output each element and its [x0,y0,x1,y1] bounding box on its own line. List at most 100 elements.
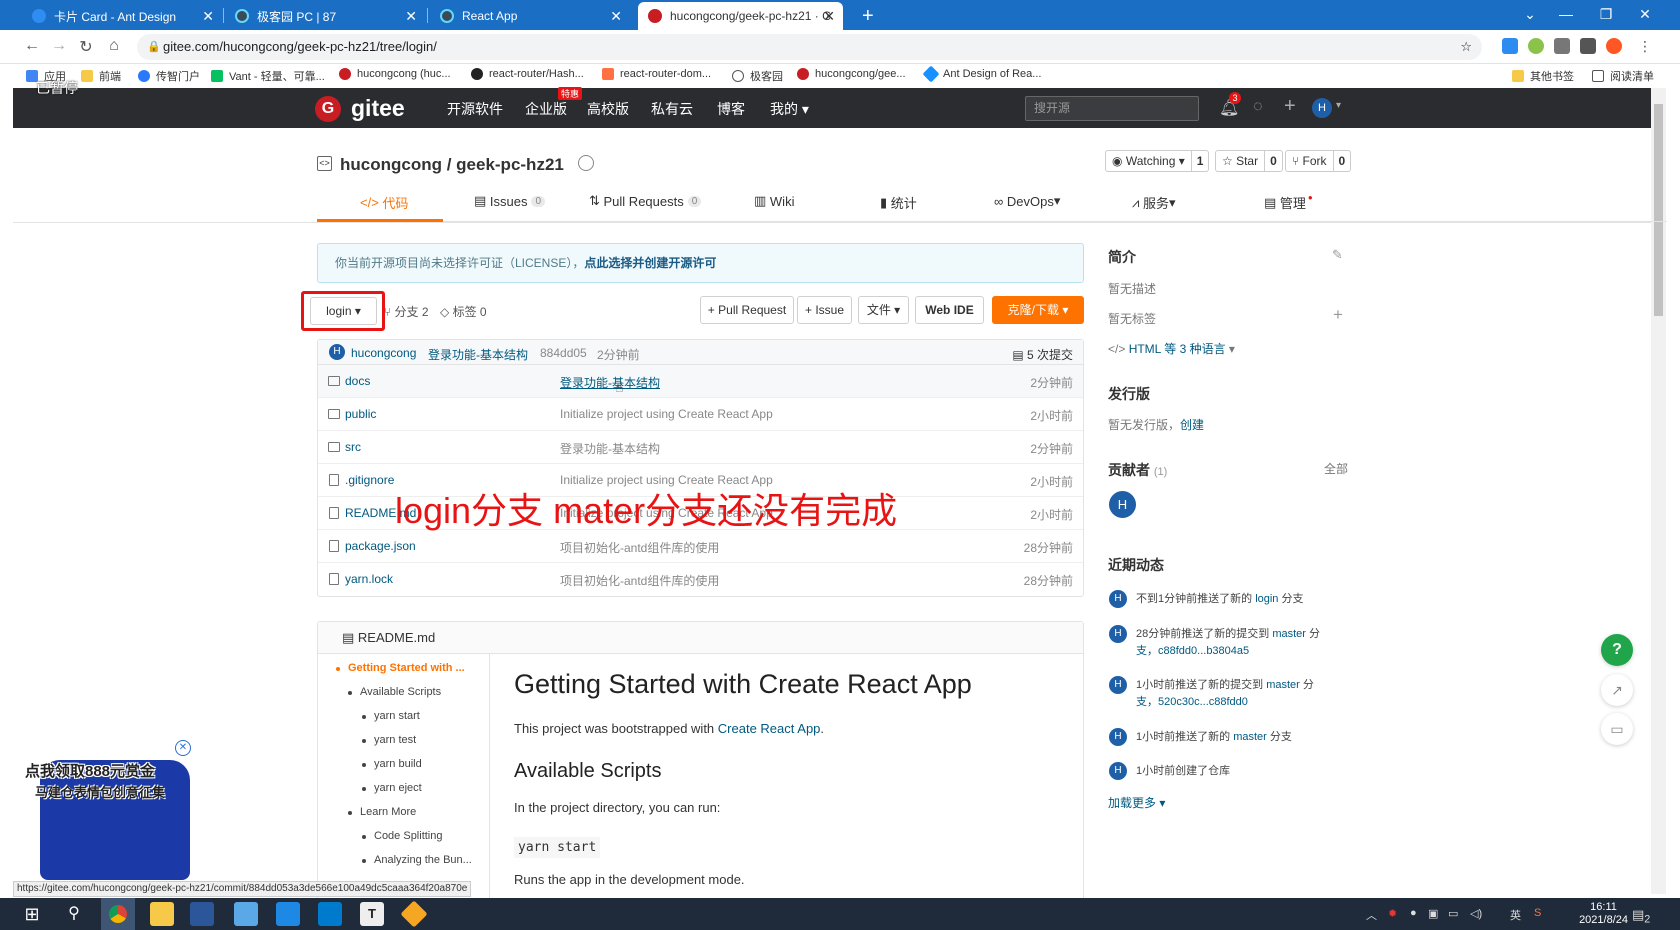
nav-private-cloud[interactable]: 私有云 [651,99,693,119]
reading-list[interactable]: 阅读清单 [1592,68,1654,84]
extension-icon[interactable] [1528,38,1544,54]
commit-author[interactable]: hucongcong [351,346,416,360]
nav-mine[interactable]: 我的 ▾ [770,99,809,119]
commit-message[interactable]: 登录功能-基本结构 [428,346,528,363]
fork-button[interactable]: ⑂ Fork 0 [1285,150,1352,172]
restore-button[interactable]: ❐ [1588,0,1624,28]
table-row[interactable]: src 登录功能-基本结构 2分钟前 [318,431,1083,464]
chevron-down-icon[interactable]: ▾ [1336,100,1341,111]
badge-icon[interactable] [578,155,594,171]
close-promo-icon[interactable]: ✕ [175,740,191,756]
activity-avatar[interactable]: H [1109,625,1127,643]
bookmark-item[interactable]: 前端 [81,68,121,84]
search-input[interactable]: 搜开源 [1025,96,1199,121]
share-icon[interactable]: ↗ [1601,674,1633,706]
tab-stats[interactable]: ▮ 统计 [880,193,917,212]
commit-count[interactable]: ▤ 5 次提交 [1012,346,1073,363]
web-ide-button[interactable]: Web IDE [915,296,984,324]
nav-blog[interactable]: 博客 [717,99,745,119]
app-icon[interactable] [234,902,258,926]
reload-icon[interactable]: ↻ [76,37,96,57]
table-row[interactable]: public Initialize project using Create Re… [318,398,1083,431]
toc-item[interactable]: yarn build [362,758,422,770]
clone-download-button[interactable]: 克隆/下载 ▾ [992,296,1084,324]
browser-tab[interactable]: 卡片 Card - Ant Design ✕ [22,2,222,30]
toc-item[interactable]: yarn test [361,734,416,746]
bookmark-item[interactable]: Vant - 轻量、可靠... [211,68,325,84]
bookmark-item[interactable]: react-router-dom... [602,68,711,80]
tab-manage[interactable]: ▤ 管理 ● [1264,193,1313,212]
cra-link[interactable]: Create React App [718,721,821,736]
puzzle-icon[interactable] [1580,38,1596,54]
toc-item[interactable]: yarn eject [362,782,422,794]
search-icon[interactable]: ⚲ [62,902,86,926]
app-icon[interactable] [276,902,300,926]
chrome-taskbar-icon[interactable] [101,898,135,930]
bookmark-item[interactable]: react-router/Hash... [471,68,584,80]
extension-icon[interactable] [1554,38,1570,54]
bookmark-item[interactable]: 传智门户 [138,68,200,84]
browser-tab-active[interactable]: hucongcong/geek-pc-hz21 · G ✕ [638,2,843,30]
menu-icon[interactable]: ⋮ [1638,38,1654,54]
chat-icon[interactable]: ▭ [1601,713,1633,745]
ime-indicator[interactable]: 英 [1510,907,1521,923]
tab-pull-requests[interactable]: ⇅ Pull Requests 0 [589,193,702,209]
bookmark-item[interactable]: Ant Design of Rea... [922,65,1041,83]
close-window-button[interactable]: ✕ [1627,0,1663,28]
user-avatar[interactable]: H [1312,98,1332,118]
tab-code[interactable]: </> 代码 [360,193,408,212]
plus-icon[interactable]: + [1284,95,1296,118]
bookmark-item[interactable]: hucongcong/gee... [797,68,906,80]
toc-item[interactable]: yarn start [362,710,420,722]
tab-issues[interactable]: ▤ Issues 0 [474,193,546,209]
back-icon[interactable]: ← [22,37,42,55]
powershell-icon[interactable] [190,902,214,926]
table-row[interactable]: docs 登录功能-基本结构 2分钟前 ☝ [318,365,1083,398]
close-tab-icon[interactable]: ✕ [202,8,214,25]
tray-icon[interactable]: ▣ [1428,907,1438,920]
tab-services[interactable]: ⩘ 服务 ▾ [1132,193,1176,212]
all-contributors-link[interactable]: 全部 [1324,460,1348,477]
license-link[interactable]: 点此选择并创建开源许可 [584,256,716,270]
watch-button[interactable]: ◉ Watching ▾ 1 [1105,150,1210,172]
star-button[interactable]: ☆ Star 0 [1215,150,1283,172]
typora-icon[interactable]: T [360,902,384,926]
tab-wiki[interactable]: ▥ Wiki [754,193,794,209]
tray-icon[interactable]: ✹ [1388,907,1397,920]
forward-icon[interactable]: → [49,37,69,55]
windows-start-icon[interactable]: ⊞ [20,902,44,926]
browser-tab[interactable]: React App ✕ [430,2,630,30]
contributor-avatar[interactable]: H [1109,491,1136,518]
table-row[interactable]: package.json 项目初始化-antd组件库的使用 28分钟前 [318,530,1083,563]
activity-avatar[interactable]: H [1109,728,1127,746]
profile-avatar[interactable] [1606,38,1622,54]
nav-enterprise[interactable]: 企业版 [525,99,567,119]
toc-item[interactable]: Code Splitting [362,830,443,842]
nav-education[interactable]: 高校版 [587,99,629,119]
add-tag-icon[interactable]: + [1333,305,1343,325]
volume-icon[interactable]: ◁) [1470,907,1482,920]
vscode-icon[interactable] [318,902,342,926]
browser-tab[interactable]: 极客园 PC | 87 ✕ [225,2,425,30]
languages[interactable]: </> HTML 等 3 种语言 ▾ [1108,340,1235,357]
toc-item[interactable]: Analyzing the Bun... [362,854,472,866]
extension-icon[interactable] [1502,38,1518,54]
tab-devops[interactable]: ∞ DevOps ▾ [994,193,1060,209]
tray-chevron-icon[interactable]: ︿ [1366,907,1377,923]
tag-count[interactable]: ◇ 标签 0 [440,303,487,320]
network-icon[interactable]: ▭ [1448,907,1458,920]
action-center-icon[interactable]: ▤2 [1632,907,1650,926]
activity-avatar[interactable]: H [1109,762,1127,780]
repo-title[interactable]: hucongcong / geek-pc-hz21 [340,155,564,175]
new-issue-button[interactable]: + Issue [797,296,852,324]
sourcetree-icon[interactable] [400,900,428,928]
toc-item[interactable]: Available Scripts [347,686,441,698]
create-release-link[interactable]: 创建 [1180,418,1204,432]
url-input[interactable]: 🔒 gitee.com/hucongcong/geek-pc-hz21/tree… [137,34,1482,60]
home-icon[interactable]: ⌂ [104,37,124,55]
bookmark-item[interactable]: hucongcong (huc... [339,68,451,80]
close-tab-icon[interactable]: ✕ [405,8,417,25]
tab-search-icon[interactable]: ⌄ [1512,0,1548,28]
close-tab-icon[interactable]: ✕ [610,8,622,25]
edit-icon[interactable]: ✎ [1332,247,1343,263]
